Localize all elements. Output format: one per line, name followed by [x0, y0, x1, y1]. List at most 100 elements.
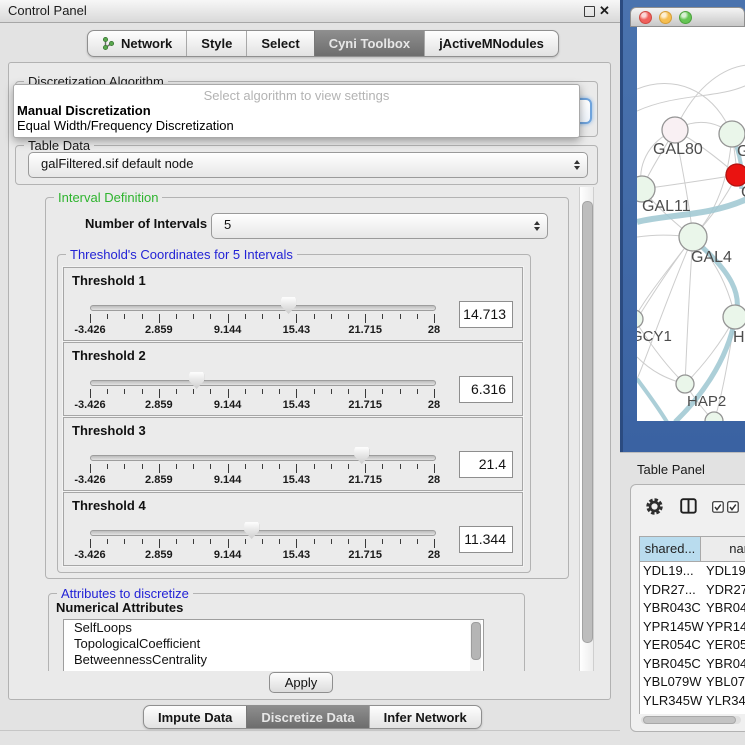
table-row[interactable]: YBR045CYBR04: [640, 655, 745, 674]
threshold-slider-track[interactable]: [90, 305, 436, 311]
column-header-name[interactable]: name: [701, 536, 745, 562]
table-row[interactable]: YLR345WYLR34: [640, 692, 745, 711]
table-data-combobox[interactable]: galFiltered.sif default node: [28, 152, 588, 178]
threshold-slider-thumb[interactable]: [189, 372, 204, 389]
tab-impute-data[interactable]: Impute Data: [144, 706, 246, 728]
tab-style[interactable]: Style: [186, 31, 246, 56]
attribute-items: SelfLoopsTopologicalCoefficientBetweenne…: [64, 620, 483, 668]
tick-mark: [124, 314, 125, 319]
tick-mark: [142, 389, 143, 394]
threshold-slider-track[interactable]: [90, 380, 436, 386]
tick-label: 21.715: [348, 400, 382, 411]
tab-network[interactable]: Network: [88, 31, 186, 56]
threshold-value-field[interactable]: 14.713: [459, 301, 513, 328]
network-node[interactable]: [705, 412, 723, 421]
group-title: Table Data: [24, 138, 94, 153]
gear-icon[interactable]: [645, 497, 664, 516]
tab-jactivemnodules[interactable]: jActiveMNodules: [424, 31, 558, 56]
tick-mark: [434, 539, 435, 548]
network-node-gcy1[interactable]: [637, 310, 643, 328]
tick-mark: [210, 314, 211, 319]
float-window-icon[interactable]: [584, 6, 595, 17]
tick-label: 28: [428, 550, 440, 561]
list-scrollbar[interactable]: [470, 620, 481, 671]
tab-infer-network[interactable]: Infer Network: [369, 706, 481, 728]
table-row[interactable]: YIL052CYIL05: [640, 710, 745, 714]
number-of-intervals-combobox[interactable]: 5: [211, 213, 548, 239]
tick-mark: [90, 539, 91, 548]
table-row[interactable]: YER054CYER05: [640, 636, 745, 655]
attribute-item-selfloops[interactable]: SelfLoops: [64, 620, 483, 636]
minimize-traffic-light-icon[interactable]: [659, 11, 672, 24]
cell-shared-name: YDR27...: [643, 581, 696, 599]
check-all-icon[interactable]: [727, 501, 739, 513]
network-node-gal80[interactable]: [662, 117, 688, 143]
tab-select[interactable]: Select: [246, 31, 313, 56]
vertical-scrollbar[interactable]: [579, 187, 594, 671]
tick-mark: [262, 464, 263, 469]
list-scrollbar-thumb[interactable]: [471, 622, 481, 660]
table-row[interactable]: YBL079WYBL07: [640, 673, 745, 692]
application-window: Control Panel ✕ NetworkStyleSelectCyni T…: [0, 0, 745, 745]
network-canvas[interactable]: GAL80GACGAL11GAL4HGCY1HAP2: [637, 27, 745, 421]
tick-mark: [193, 464, 194, 469]
tick-mark: [159, 464, 160, 473]
column-header-shared-[interactable]: shared...: [639, 536, 701, 562]
network-node-c[interactable]: [726, 164, 745, 186]
table-row[interactable]: YDL19...YDL19: [640, 562, 745, 581]
threshold-slider-thumb[interactable]: [244, 522, 259, 539]
threshold-value-field[interactable]: 21.4: [459, 451, 513, 478]
numerical-attributes-list[interactable]: SelfLoopsTopologicalCoefficientBetweenne…: [63, 619, 484, 671]
zoom-traffic-light-icon[interactable]: [679, 11, 692, 24]
tick-label: 28: [428, 400, 440, 411]
attribute-item-topologicalcoefficient[interactable]: TopologicalCoefficient: [64, 636, 483, 652]
algorithm-option-manual-discretization[interactable]: Manual Discretization: [17, 103, 576, 118]
cell-shared-name: YBR043C: [643, 599, 701, 617]
tick-mark: [176, 539, 177, 544]
tab-cyni-toolbox[interactable]: Cyni Toolbox: [314, 31, 424, 56]
tick-mark: [417, 539, 418, 544]
tick-mark: [228, 539, 229, 548]
attribute-item-betweennesscentrality[interactable]: BetweennessCentrality: [64, 652, 483, 668]
group-title: Interval Definition: [54, 190, 162, 205]
threshold-panel-2: Threshold 2-3.4262.8599.14415.4321.71528…: [63, 342, 523, 416]
cell-name: YDL19: [706, 562, 745, 580]
close-icon[interactable]: ✕: [599, 0, 610, 22]
tab-discretize-data[interactable]: Discretize Data: [246, 706, 368, 728]
threshold-value-field[interactable]: 6.316: [459, 376, 513, 403]
network-node-h[interactable]: [723, 305, 745, 329]
tick-label: -3.426: [74, 475, 105, 486]
threshold-value-field[interactable]: 11.344: [459, 526, 513, 553]
tick-mark: [228, 389, 229, 398]
cell-name: YBR04: [706, 655, 745, 673]
tick-label: 9.144: [214, 550, 242, 561]
tab-label: Style: [201, 36, 232, 51]
cell-shared-name: YER054C: [643, 636, 701, 654]
network-window-titlebar[interactable]: [630, 7, 745, 27]
tick-mark: [382, 314, 383, 319]
vertical-scrollbar-thumb[interactable]: [582, 201, 593, 643]
close-traffic-light-icon[interactable]: [639, 11, 652, 24]
threshold-slider-track[interactable]: [90, 455, 436, 461]
split-columns-icon[interactable]: [680, 498, 697, 514]
horizontal-scrollbar[interactable]: [641, 716, 741, 724]
cell-name: YIL05: [706, 710, 740, 714]
tick-mark: [107, 389, 108, 394]
apply-button[interactable]: Apply: [269, 672, 333, 693]
horizontal-scrollbar-thumb[interactable]: [643, 716, 736, 724]
tick-mark: [314, 464, 315, 469]
network-node-gal4[interactable]: [679, 223, 707, 251]
node-label: GAL11: [642, 198, 691, 215]
table-row[interactable]: YPR145WYPR14: [640, 618, 745, 637]
table-row[interactable]: YBR043CYBR04: [640, 599, 745, 618]
network-frame: GAL80GACGAL11GAL4HGCY1HAP2: [620, 0, 745, 452]
threshold-slider-thumb[interactable]: [281, 297, 296, 314]
check-all-icon[interactable]: [712, 501, 724, 513]
network-node-hap2[interactable]: [676, 375, 694, 393]
cell-name: YLR34: [706, 692, 745, 710]
threshold-slider-thumb[interactable]: [354, 447, 369, 464]
threshold-panel-1: Threshold 1-3.4262.8599.14415.4321.71528…: [63, 267, 523, 341]
algorithm-option-equal-width-frequency-discretization[interactable]: Equal Width/Frequency Discretization: [17, 118, 576, 133]
table-row[interactable]: YDR27...YDR27: [640, 581, 745, 600]
threshold-slider-track[interactable]: [90, 530, 436, 536]
